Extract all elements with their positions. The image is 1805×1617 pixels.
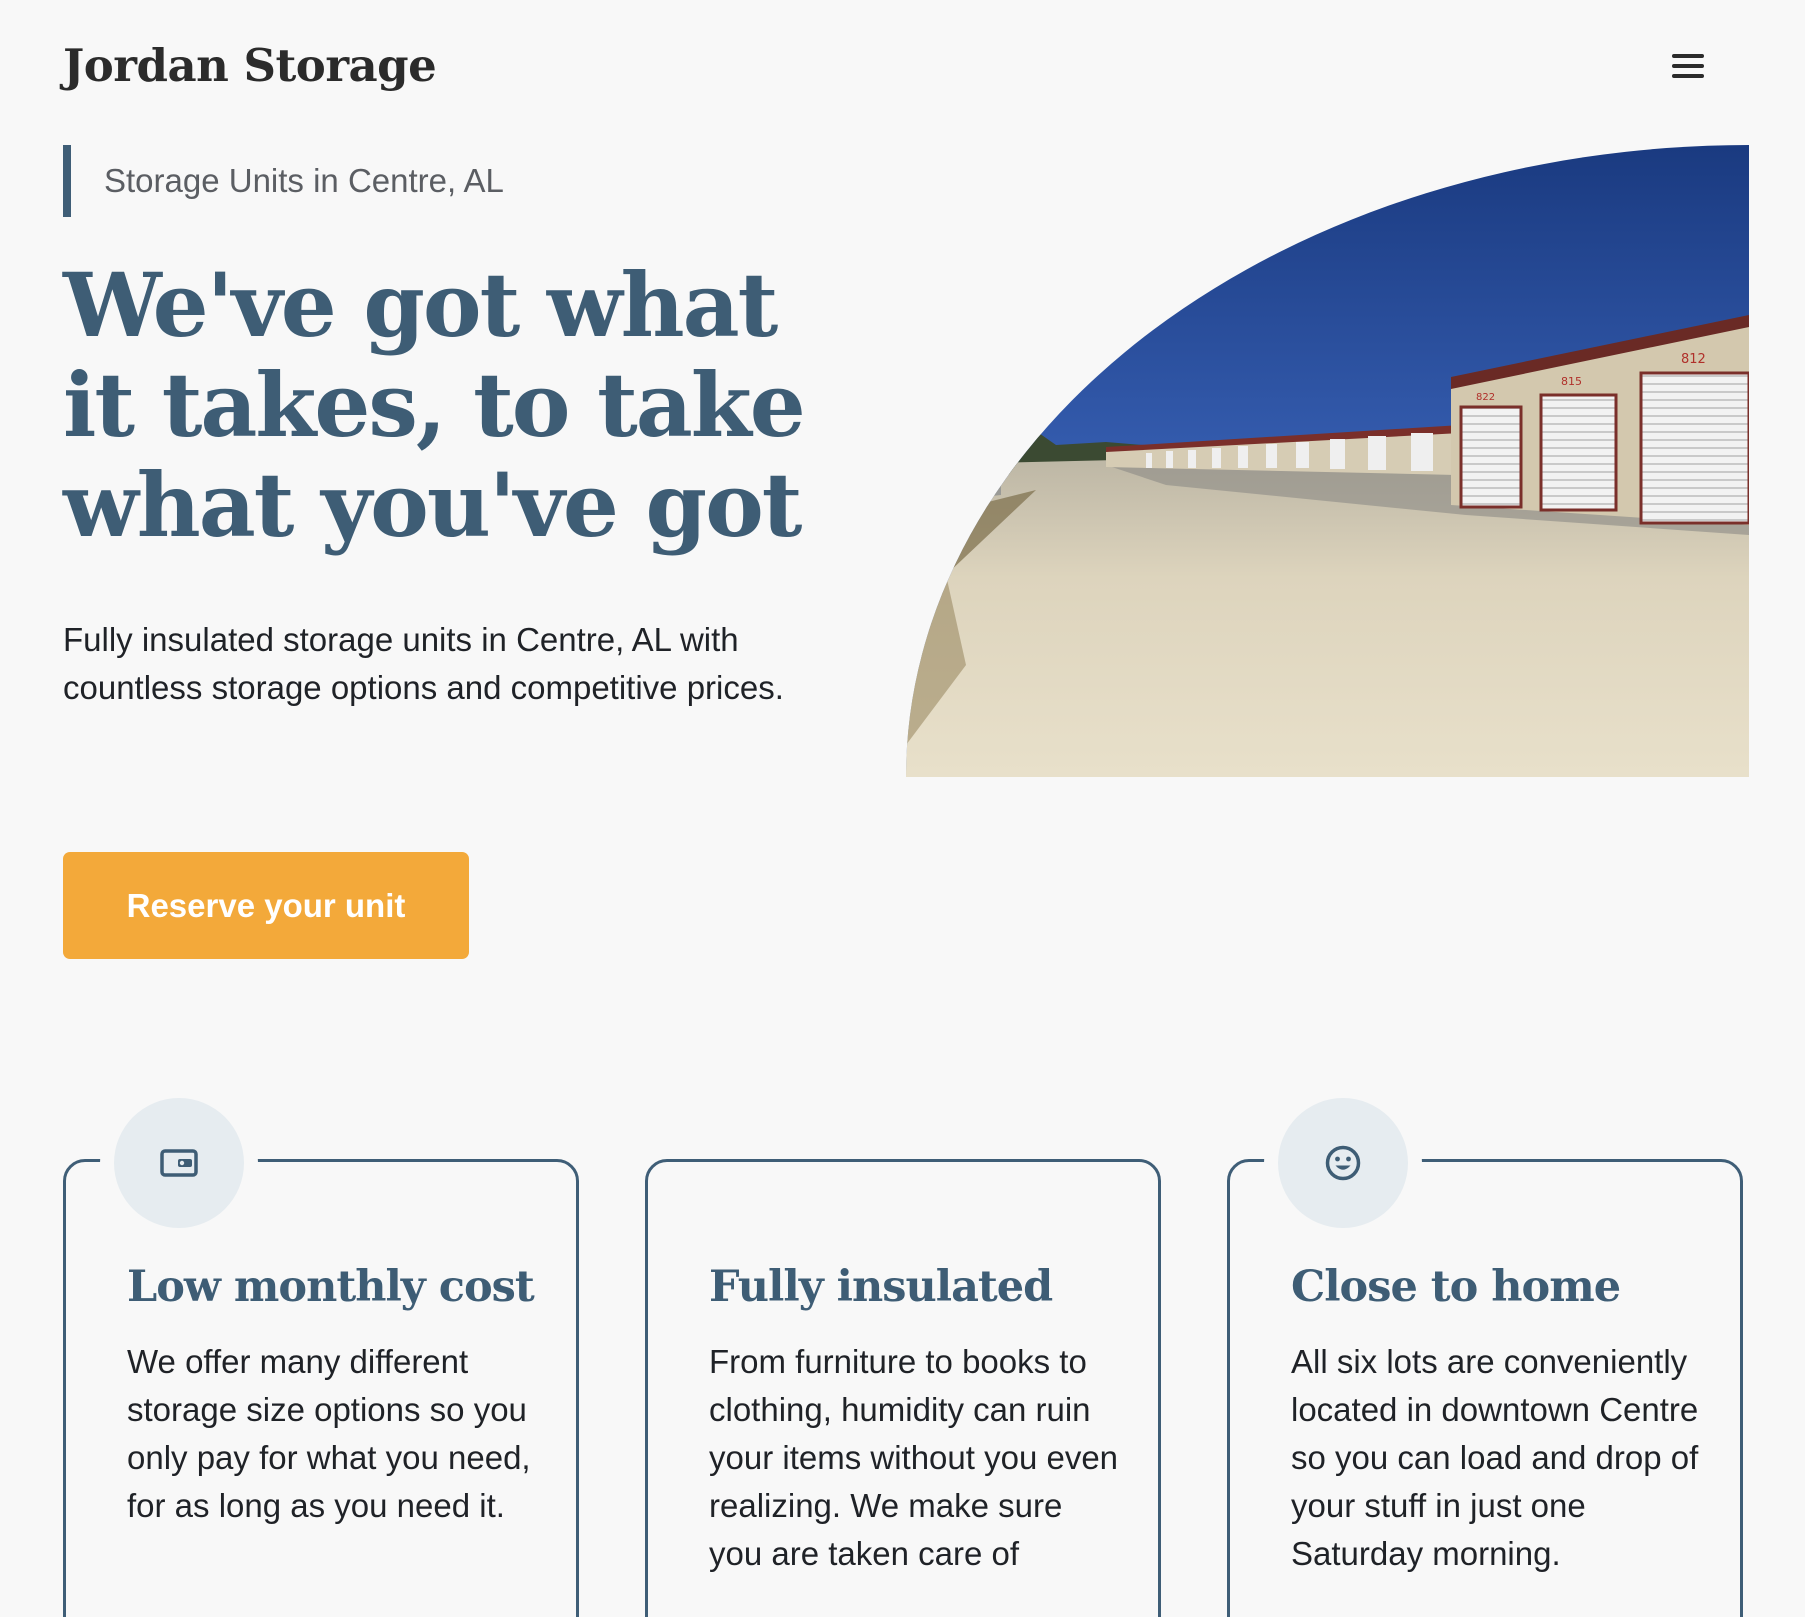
unit-number-label: 822	[1476, 392, 1495, 403]
feature-description: All six lots are conveniently located in…	[1291, 1343, 1699, 1572]
feature-card-close-to-home: Close to home All six lots are convenien…	[1227, 1098, 1743, 1617]
wallet-icon	[160, 1149, 198, 1177]
feature-title: Low monthly cost	[127, 1262, 535, 1312]
hero-image: 822 815 812	[906, 145, 1749, 777]
hamburger-menu-icon	[1672, 54, 1704, 78]
feature-card-insulated: Fully insulated From furniture to books …	[645, 1159, 1161, 1617]
feature-badge	[114, 1098, 244, 1228]
feature-card-low-cost: Low monthly cost We offer many different…	[63, 1098, 579, 1617]
feature-title: Close to home	[1291, 1262, 1621, 1312]
site-logo[interactable]: Jordan Storage	[63, 36, 437, 96]
menu-button[interactable]	[1664, 46, 1712, 86]
unit-number-label: 812	[1681, 352, 1706, 367]
hero-lead-text: Fully insulated storage units in Centre,…	[63, 621, 784, 706]
feature-description: We offer many different storage size opt…	[127, 1343, 531, 1524]
smile-icon	[1325, 1145, 1361, 1181]
reserve-unit-button[interactable]: Reserve your unit	[63, 852, 469, 959]
hero-headline: We've got what it takes, to take what yo…	[63, 253, 806, 557]
feature-badge	[1278, 1098, 1408, 1228]
feature-description: From furniture to books to clothing, hum…	[709, 1343, 1119, 1572]
unit-number-label: 815	[1561, 375, 1582, 388]
hero-eyebrow: Storage Units in Centre, AL	[63, 145, 504, 217]
feature-title: Fully insulated	[709, 1262, 1053, 1312]
